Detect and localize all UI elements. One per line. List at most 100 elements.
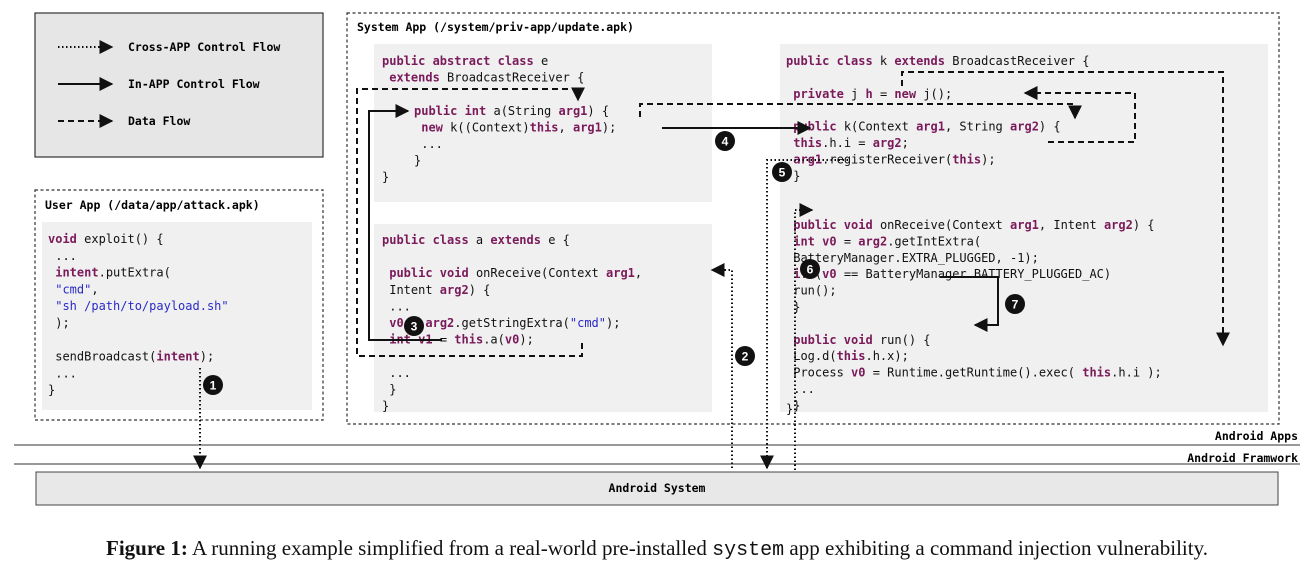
user-app-box: User App (/data/app/attack.apk) void exp… <box>34 189 324 421</box>
code-token: ; <box>902 136 909 150</box>
code-token: exploit() { <box>77 232 164 246</box>
code-token: .putExtra( <box>99 266 171 280</box>
code-token: this <box>837 349 866 363</box>
code-token: j <box>844 87 866 101</box>
code-token: ) { <box>587 104 609 118</box>
code-line: void exploit() { <box>48 232 164 246</box>
code-line: ... <box>382 366 411 380</box>
code-token: this <box>793 136 822 150</box>
code-token <box>414 121 421 135</box>
code-token: a(String <box>486 104 558 118</box>
code-token: public abstract class <box>382 54 534 68</box>
code-token: BroadcastReceiver { <box>945 54 1090 68</box>
code-token: ) { <box>1133 218 1155 232</box>
code-line: ); <box>48 316 70 330</box>
svg-text:2: 2 <box>742 350 749 364</box>
code-token: void <box>48 232 77 246</box>
code-token: BroadcastReceiver { <box>440 71 585 85</box>
code-token: public void <box>793 333 872 347</box>
svg-text:1: 1 <box>210 379 217 393</box>
code-line: public void onReceive(Context arg1, Inte… <box>786 218 1155 232</box>
code-line: int v0 = arg2.getIntExtra( <box>786 234 981 248</box>
code-token: v0 <box>822 234 836 248</box>
code-line: public abstract class e <box>382 54 548 68</box>
code-token: .getIntExtra( <box>887 234 981 248</box>
code-token: e { <box>541 233 570 247</box>
code-line: run(); <box>786 284 837 298</box>
svg-text:3: 3 <box>411 320 418 334</box>
system-app-box: System App (/system/priv-app/update.apk)… <box>346 12 1280 425</box>
code-token: .registerReceiver( <box>822 152 952 166</box>
code-token: e <box>534 54 548 68</box>
caption-code: system <box>712 539 785 562</box>
code-token: ); <box>606 316 620 330</box>
badge-5: 5 <box>772 162 792 182</box>
code-token: } <box>382 382 396 396</box>
code-line: ... <box>48 249 77 263</box>
code-line: } <box>48 383 55 397</box>
code-token: int <box>793 234 815 248</box>
code-line: arg1.registerReceiver(this); <box>786 152 996 166</box>
code-token: intent <box>55 266 98 280</box>
code-token: public <box>793 120 836 134</box>
code-line: public k(Context arg1, String arg2) { <box>786 120 1061 134</box>
code-token: public class <box>382 233 469 247</box>
code-token: arg1 <box>573 121 602 135</box>
class-k-close: } <box>786 402 793 416</box>
code-token: v0 <box>389 316 403 330</box>
android-apps-label: Android Apps <box>1215 429 1298 443</box>
code-token <box>48 282 55 296</box>
code-token: v0 <box>851 366 865 380</box>
code-token: ); <box>981 152 995 166</box>
code-token: onReceive(Context <box>469 266 606 280</box>
code-line: "sh /path/to/payload.sh" <box>48 299 229 313</box>
code-line: public int a(String arg1) { <box>414 104 609 118</box>
code-token <box>786 234 793 248</box>
code-token <box>786 333 793 347</box>
class-e-close: } <box>382 170 389 184</box>
code-token: ); <box>48 316 70 330</box>
code-line: Intent arg2) { <box>382 283 490 297</box>
code-token: new <box>421 121 443 135</box>
code-token: arg2 <box>858 234 887 248</box>
code-token: this <box>1082 366 1111 380</box>
code-token: arg2 <box>873 136 902 150</box>
code-token: .getStringExtra( <box>454 316 570 330</box>
code-token: , <box>635 266 642 280</box>
code-token: , String <box>945 120 1010 134</box>
badge-4: 4 <box>715 131 735 151</box>
code-token: extends <box>389 71 440 85</box>
code-token: public int <box>414 104 486 118</box>
code-line: ... <box>382 299 411 313</box>
legend-data-flow: Data Flow <box>128 114 190 128</box>
code-token: arg1 <box>1010 218 1039 232</box>
code-line: } <box>414 154 421 168</box>
code-token <box>786 267 793 281</box>
code-token: intent <box>156 350 199 364</box>
code-token: run() { <box>873 333 931 347</box>
code-token: ... <box>414 137 443 151</box>
code-token: h <box>866 87 873 101</box>
code-token: , <box>559 121 573 135</box>
code-line: ... <box>48 366 77 380</box>
code-token: private <box>793 87 844 101</box>
code-line: ... <box>414 137 443 151</box>
code-line: ... <box>786 382 815 396</box>
code-token: public void <box>793 218 872 232</box>
code-token: .a( <box>483 333 505 347</box>
code-line: extends BroadcastReceiver { <box>382 71 584 85</box>
code-line: BatteryManager.EXTRA_PLUGGED, -1); <box>786 251 1039 265</box>
code-token: k <box>873 54 895 68</box>
legend: Cross-APP Control Flow In-APP Control Fl… <box>34 12 324 158</box>
code-token: k(Context <box>837 120 916 134</box>
svg-text:7: 7 <box>1012 298 1019 312</box>
code-token: ... <box>48 249 77 263</box>
code-token: k((Context) <box>443 121 530 135</box>
code-line: public class k extends BroadcastReceiver… <box>786 54 1089 68</box>
code-token: ... <box>786 382 815 396</box>
svg-text:4: 4 <box>722 135 729 149</box>
figure-diagram: Cross-APP Control Flow In-APP Control Fl… <box>14 12 1300 506</box>
code-token <box>382 316 389 330</box>
code-token: arg1 <box>559 104 588 118</box>
legend-cross-app: Cross-APP Control Flow <box>128 40 280 54</box>
